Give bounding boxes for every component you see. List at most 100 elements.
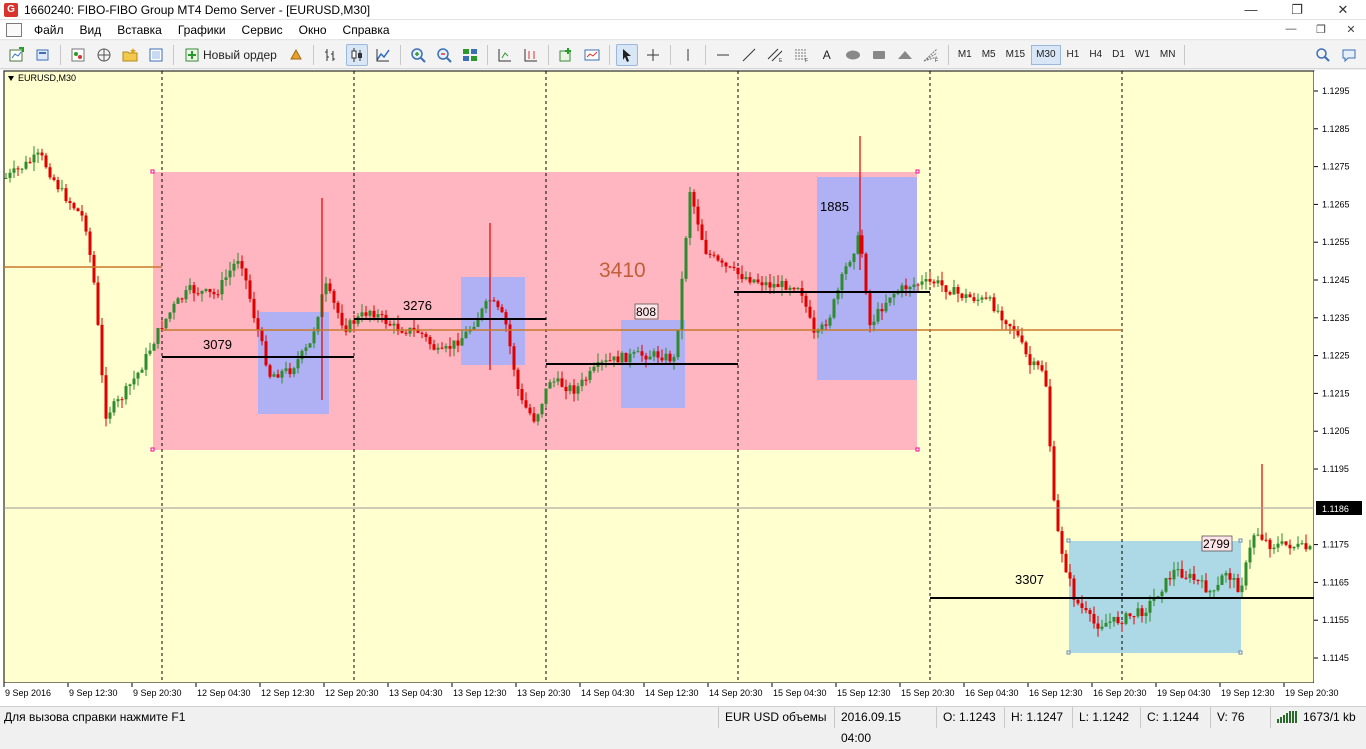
timeframe-m30[interactable]: M30 xyxy=(1031,44,1061,65)
candle-body xyxy=(1292,546,1296,549)
auto-scroll-button[interactable] xyxy=(520,44,542,66)
timeframe-d1[interactable]: D1 xyxy=(1108,45,1129,65)
templates-button[interactable] xyxy=(581,44,603,66)
crosshair-button[interactable] xyxy=(642,44,664,66)
new-order-button[interactable]: Новый ордер xyxy=(180,44,281,66)
fibo-fan-button[interactable]: F xyxy=(920,44,942,66)
box-handle[interactable] xyxy=(1066,538,1071,543)
timeframe-w1[interactable]: W1 xyxy=(1131,45,1154,65)
bar-chart-button[interactable] xyxy=(320,44,342,66)
candle-body xyxy=(1196,579,1200,581)
time-tick-label: 15 Sep 04:30 xyxy=(773,688,827,698)
trendline-button[interactable] xyxy=(738,44,760,66)
market-watch-icon xyxy=(71,48,85,61)
vertical-line-button[interactable] xyxy=(677,44,699,66)
chart-shift-button[interactable] xyxy=(494,44,516,66)
mdi-close-button[interactable]: ✕ xyxy=(1336,23,1366,36)
triangle-button[interactable] xyxy=(894,44,916,66)
navigator-button[interactable] xyxy=(93,44,115,66)
equidistant-channel-button[interactable]: E xyxy=(764,44,786,66)
candle-body xyxy=(760,282,764,286)
candle-body xyxy=(580,379,584,387)
candle-body xyxy=(856,235,860,254)
candle-body xyxy=(952,287,956,295)
status-low: L: 1.1242 xyxy=(1072,706,1140,728)
candle-body xyxy=(616,356,620,363)
data-window-button[interactable] xyxy=(119,44,141,66)
new-chart-button[interactable] xyxy=(6,44,28,66)
timeframe-mn[interactable]: MN xyxy=(1156,45,1180,65)
horizontal-line-button[interactable] xyxy=(712,44,734,66)
search-button[interactable] xyxy=(1312,44,1334,66)
candle-body xyxy=(96,282,100,325)
candle-body xyxy=(908,286,912,290)
mdi-minimize-button[interactable]: — xyxy=(1276,23,1306,36)
box-handle[interactable] xyxy=(915,169,920,174)
chart-window[interactable]: EURUSD,M30 3410 3079 3276 808 1885 3307 … xyxy=(0,70,1366,706)
box-handle[interactable] xyxy=(1066,650,1071,655)
candle-body xyxy=(284,368,288,371)
cursor-button[interactable] xyxy=(615,43,638,66)
box-handle[interactable] xyxy=(1238,650,1243,655)
close-button[interactable]: ✕ xyxy=(1320,0,1366,20)
box-handle[interactable] xyxy=(1238,538,1243,543)
fibonacci-button[interactable]: F xyxy=(790,44,812,66)
timeframe-m1[interactable]: M1 xyxy=(954,45,976,65)
new-order-label: Новый ордер xyxy=(203,47,277,62)
timeframe-h4[interactable]: H4 xyxy=(1085,45,1106,65)
candle-body xyxy=(472,326,476,330)
line-chart-button[interactable] xyxy=(372,44,394,66)
menu-insert[interactable]: Вставка xyxy=(109,20,170,40)
price-chart[interactable]: 3410 3079 3276 808 1885 3307 2799 1.1295… xyxy=(0,70,1366,706)
price-tick-label: 1.1165 xyxy=(1322,577,1349,587)
candle-body xyxy=(60,188,64,190)
candle-body xyxy=(820,324,824,331)
status-bar: Для вызова справки нажмите F1 EUR USD об… xyxy=(0,706,1366,745)
status-profile[interactable]: EUR USD объемы xyxy=(718,706,834,728)
box-handle[interactable] xyxy=(150,447,155,452)
candle-body xyxy=(704,239,708,254)
candle-body xyxy=(880,308,884,312)
timeframe-m5[interactable]: M5 xyxy=(978,45,1000,65)
tile-windows-button[interactable] xyxy=(459,44,481,66)
menu-help[interactable]: Справка xyxy=(335,20,398,40)
market-watch-button[interactable] xyxy=(67,44,89,66)
menu-window[interactable]: Окно xyxy=(291,20,335,40)
menu-file[interactable]: Файл xyxy=(26,20,72,40)
candle-body xyxy=(168,312,172,319)
candlestick-button[interactable] xyxy=(345,43,368,66)
candle-body xyxy=(1072,578,1076,600)
maximize-button[interactable]: ❐ xyxy=(1274,0,1320,20)
candle-body xyxy=(340,312,344,326)
time-tick-label: 15 Sep 12:30 xyxy=(837,688,891,698)
autotrading-button[interactable] xyxy=(285,44,307,66)
candle-body xyxy=(1180,569,1184,578)
candle-body xyxy=(1132,616,1136,618)
menu-charts[interactable]: Графики xyxy=(170,20,234,40)
candle-body xyxy=(1140,608,1144,616)
timeframe-m15[interactable]: M15 xyxy=(1002,45,1029,65)
chart-menu-triangle-icon[interactable] xyxy=(8,76,14,82)
minimize-button[interactable]: — xyxy=(1228,0,1274,20)
menu-view[interactable]: Вид xyxy=(72,20,110,40)
volume-label-3276: 3276 xyxy=(403,298,432,313)
chat-button[interactable] xyxy=(1338,44,1360,66)
box-handle[interactable] xyxy=(915,447,920,452)
timeframe-h1[interactable]: H1 xyxy=(1063,45,1084,65)
chart-window-icon[interactable] xyxy=(6,22,22,37)
candle-body xyxy=(868,293,872,326)
zoom-out-button[interactable] xyxy=(433,44,455,66)
ellipse-button[interactable] xyxy=(842,44,864,66)
box-handle[interactable] xyxy=(150,169,155,174)
candle-body xyxy=(720,260,724,263)
mdi-restore-button[interactable]: ❐ xyxy=(1306,23,1336,36)
profiles-button[interactable] xyxy=(32,44,54,66)
rectangle-button[interactable] xyxy=(868,44,890,66)
candle-body xyxy=(428,336,432,345)
menu-tools[interactable]: Сервис xyxy=(234,20,291,40)
zoom-in-button[interactable] xyxy=(407,44,429,66)
candle-body xyxy=(496,301,500,308)
terminal-button[interactable] xyxy=(145,44,167,66)
text-tool-button[interactable]: A xyxy=(816,44,838,66)
indicators-button[interactable] xyxy=(555,44,577,66)
